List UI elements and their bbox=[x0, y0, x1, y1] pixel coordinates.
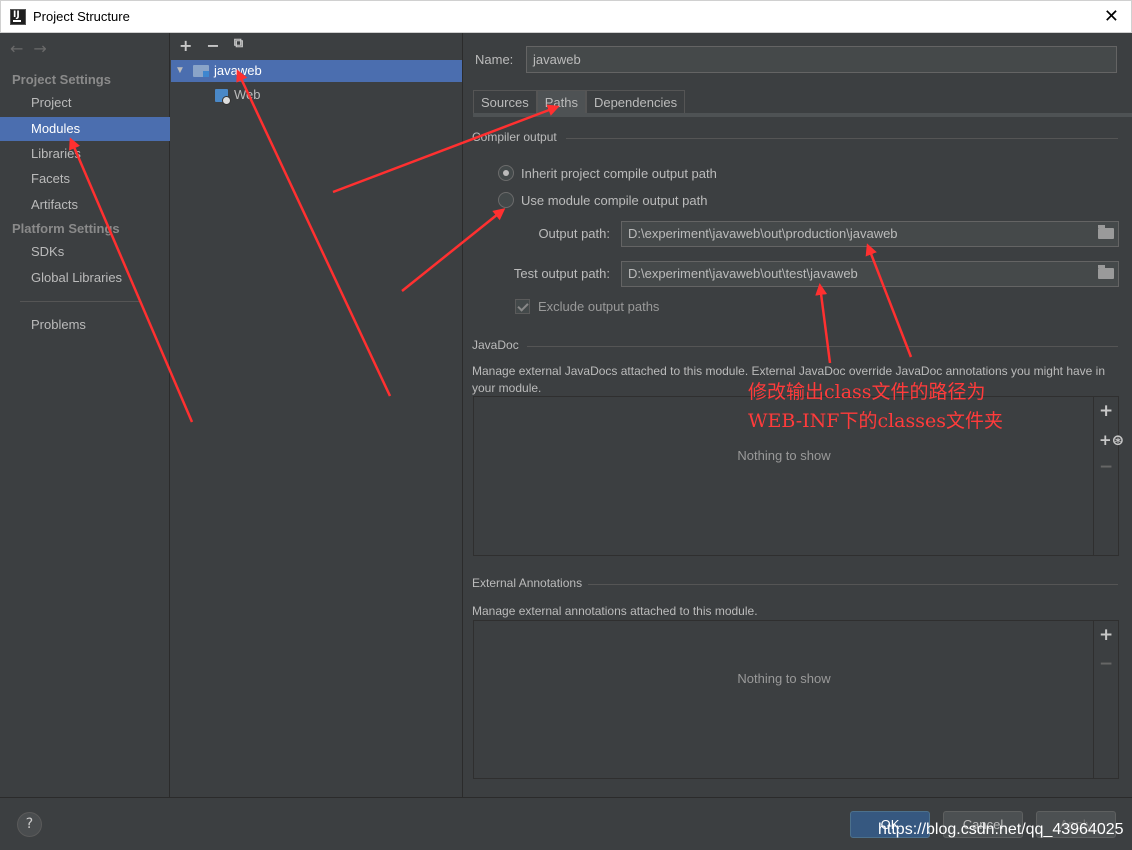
output-path-input[interactable]: D:\experiment\javaweb\out\production\jav… bbox=[621, 221, 1119, 247]
empty-list-text: Nothing to show bbox=[737, 671, 831, 686]
sidebar-item-artifacts[interactable]: Artifacts bbox=[0, 193, 170, 217]
remove-icon[interactable]: − bbox=[206, 36, 219, 55]
radio-checked-icon[interactable] bbox=[498, 165, 514, 181]
group-divider bbox=[527, 346, 1118, 347]
tab-sources[interactable]: Sources bbox=[473, 90, 537, 114]
checkbox-checked-icon[interactable] bbox=[515, 299, 530, 314]
annotation-line-2: WEB-INF下的classes文件夹 bbox=[748, 410, 1003, 432]
external-annotations-description: Manage external annotations attached to … bbox=[472, 604, 758, 618]
javadoc-title: JavaDoc bbox=[472, 338, 519, 352]
sidebar-item-libraries[interactable]: Libraries bbox=[0, 142, 170, 166]
group-divider bbox=[588, 584, 1118, 585]
test-output-path-value: D:\experiment\javaweb\out\test\javaweb bbox=[628, 266, 858, 281]
empty-list-text: Nothing to show bbox=[737, 448, 831, 463]
add-from-web-icon[interactable]: +⊛ bbox=[1099, 431, 1124, 449]
add-icon[interactable]: + bbox=[1099, 401, 1113, 421]
test-output-path-input[interactable]: D:\experiment\javaweb\out\test\javaweb bbox=[621, 261, 1119, 287]
back-arrow-icon[interactable]: ← bbox=[10, 39, 33, 58]
radio-label: Inherit project compile output path bbox=[521, 165, 717, 181]
intellij-app-icon bbox=[10, 8, 26, 25]
radio-unchecked-icon[interactable] bbox=[498, 192, 514, 208]
module-folder-icon bbox=[193, 65, 209, 77]
list-toolbar: + − bbox=[1093, 621, 1118, 778]
add-icon[interactable]: + bbox=[179, 36, 192, 55]
sidebar-item-facets[interactable]: Facets bbox=[0, 167, 170, 191]
help-button[interactable]: ? bbox=[17, 812, 42, 837]
tree-node-javaweb[interactable]: ▼ javaweb bbox=[171, 60, 462, 82]
test-output-path-label: Test output path: bbox=[513, 266, 610, 281]
window-title: Project Structure bbox=[33, 9, 130, 24]
external-annotations-list[interactable]: Nothing to show + − bbox=[473, 620, 1119, 779]
folder-browse-icon[interactable] bbox=[1098, 265, 1114, 279]
folder-browse-icon[interactable] bbox=[1098, 225, 1114, 239]
list-toolbar: + +⊛ − bbox=[1093, 397, 1124, 555]
dialog-footer: ? OK Cancel Apply https://blog.csdn.net/… bbox=[0, 797, 1132, 850]
annotation-text: 修改输出class文件的路径为 WEB-INF下的classes文件夹 bbox=[748, 378, 1003, 436]
external-annotations-title: External Annotations bbox=[472, 576, 583, 590]
remove-icon: − bbox=[1099, 457, 1114, 477]
expand-triangle-icon[interactable]: ▼ bbox=[175, 60, 185, 82]
tab-dependencies[interactable]: Dependencies bbox=[585, 90, 686, 114]
tree-node-web[interactable]: Web bbox=[171, 84, 462, 106]
compiler-output-title: Compiler output bbox=[472, 130, 557, 144]
tabs-underline bbox=[473, 113, 1132, 117]
sidebar-divider bbox=[20, 301, 140, 302]
tab-paths[interactable]: Paths bbox=[536, 90, 586, 114]
use-module-output-radio[interactable]: Use module compile output path bbox=[498, 192, 707, 208]
sidebar-item-modules[interactable]: Modules bbox=[0, 117, 170, 141]
exclude-output-checkbox[interactable]: Exclude output paths bbox=[515, 299, 659, 314]
output-path-label: Output path: bbox=[538, 226, 610, 241]
tree-toolbar: + − ⧉ bbox=[179, 36, 243, 55]
module-tree: + − ⧉ ▼ javaweb Web bbox=[171, 33, 463, 797]
settings-sidebar: ←→ Project Settings Project Modules Libr… bbox=[0, 33, 170, 797]
checkbox-label: Exclude output paths bbox=[538, 299, 660, 314]
title-bar: Project Structure ✕ bbox=[0, 0, 1132, 33]
forward-arrow-icon[interactable]: → bbox=[33, 39, 56, 58]
copy-icon[interactable]: ⧉ bbox=[234, 36, 243, 55]
close-icon[interactable]: ✕ bbox=[1104, 6, 1119, 27]
section-project-settings: Project Settings bbox=[12, 72, 111, 87]
section-platform-settings: Platform Settings bbox=[12, 221, 120, 236]
sidebar-item-project[interactable]: Project bbox=[0, 91, 170, 115]
remove-icon: − bbox=[1099, 654, 1114, 674]
sidebar-item-global-libraries[interactable]: Global Libraries bbox=[0, 266, 170, 290]
tree-node-label: javaweb bbox=[214, 63, 262, 78]
sidebar-item-problems[interactable]: Problems bbox=[0, 313, 170, 337]
add-icon[interactable]: + bbox=[1099, 625, 1113, 645]
output-path-value: D:\experiment\javaweb\out\production\jav… bbox=[628, 226, 898, 241]
module-tabs: Sources Paths Dependencies bbox=[473, 90, 686, 114]
module-name-input[interactable]: javaweb bbox=[526, 46, 1117, 73]
group-divider bbox=[566, 138, 1118, 139]
name-label: Name: bbox=[475, 52, 514, 67]
watermark-text: https://blog.csdn.net/qq_43964025 bbox=[878, 821, 1124, 838]
inherit-output-radio[interactable]: Inherit project compile output path bbox=[498, 165, 717, 181]
annotation-line-1: 修改输出class文件的路径为 bbox=[748, 381, 986, 403]
sidebar-item-sdks[interactable]: SDKs bbox=[0, 240, 170, 264]
tree-node-label: Web bbox=[234, 87, 261, 102]
nav-arrows: ←→ bbox=[10, 39, 57, 58]
web-facet-icon bbox=[215, 89, 231, 105]
radio-label: Use module compile output path bbox=[521, 192, 708, 208]
